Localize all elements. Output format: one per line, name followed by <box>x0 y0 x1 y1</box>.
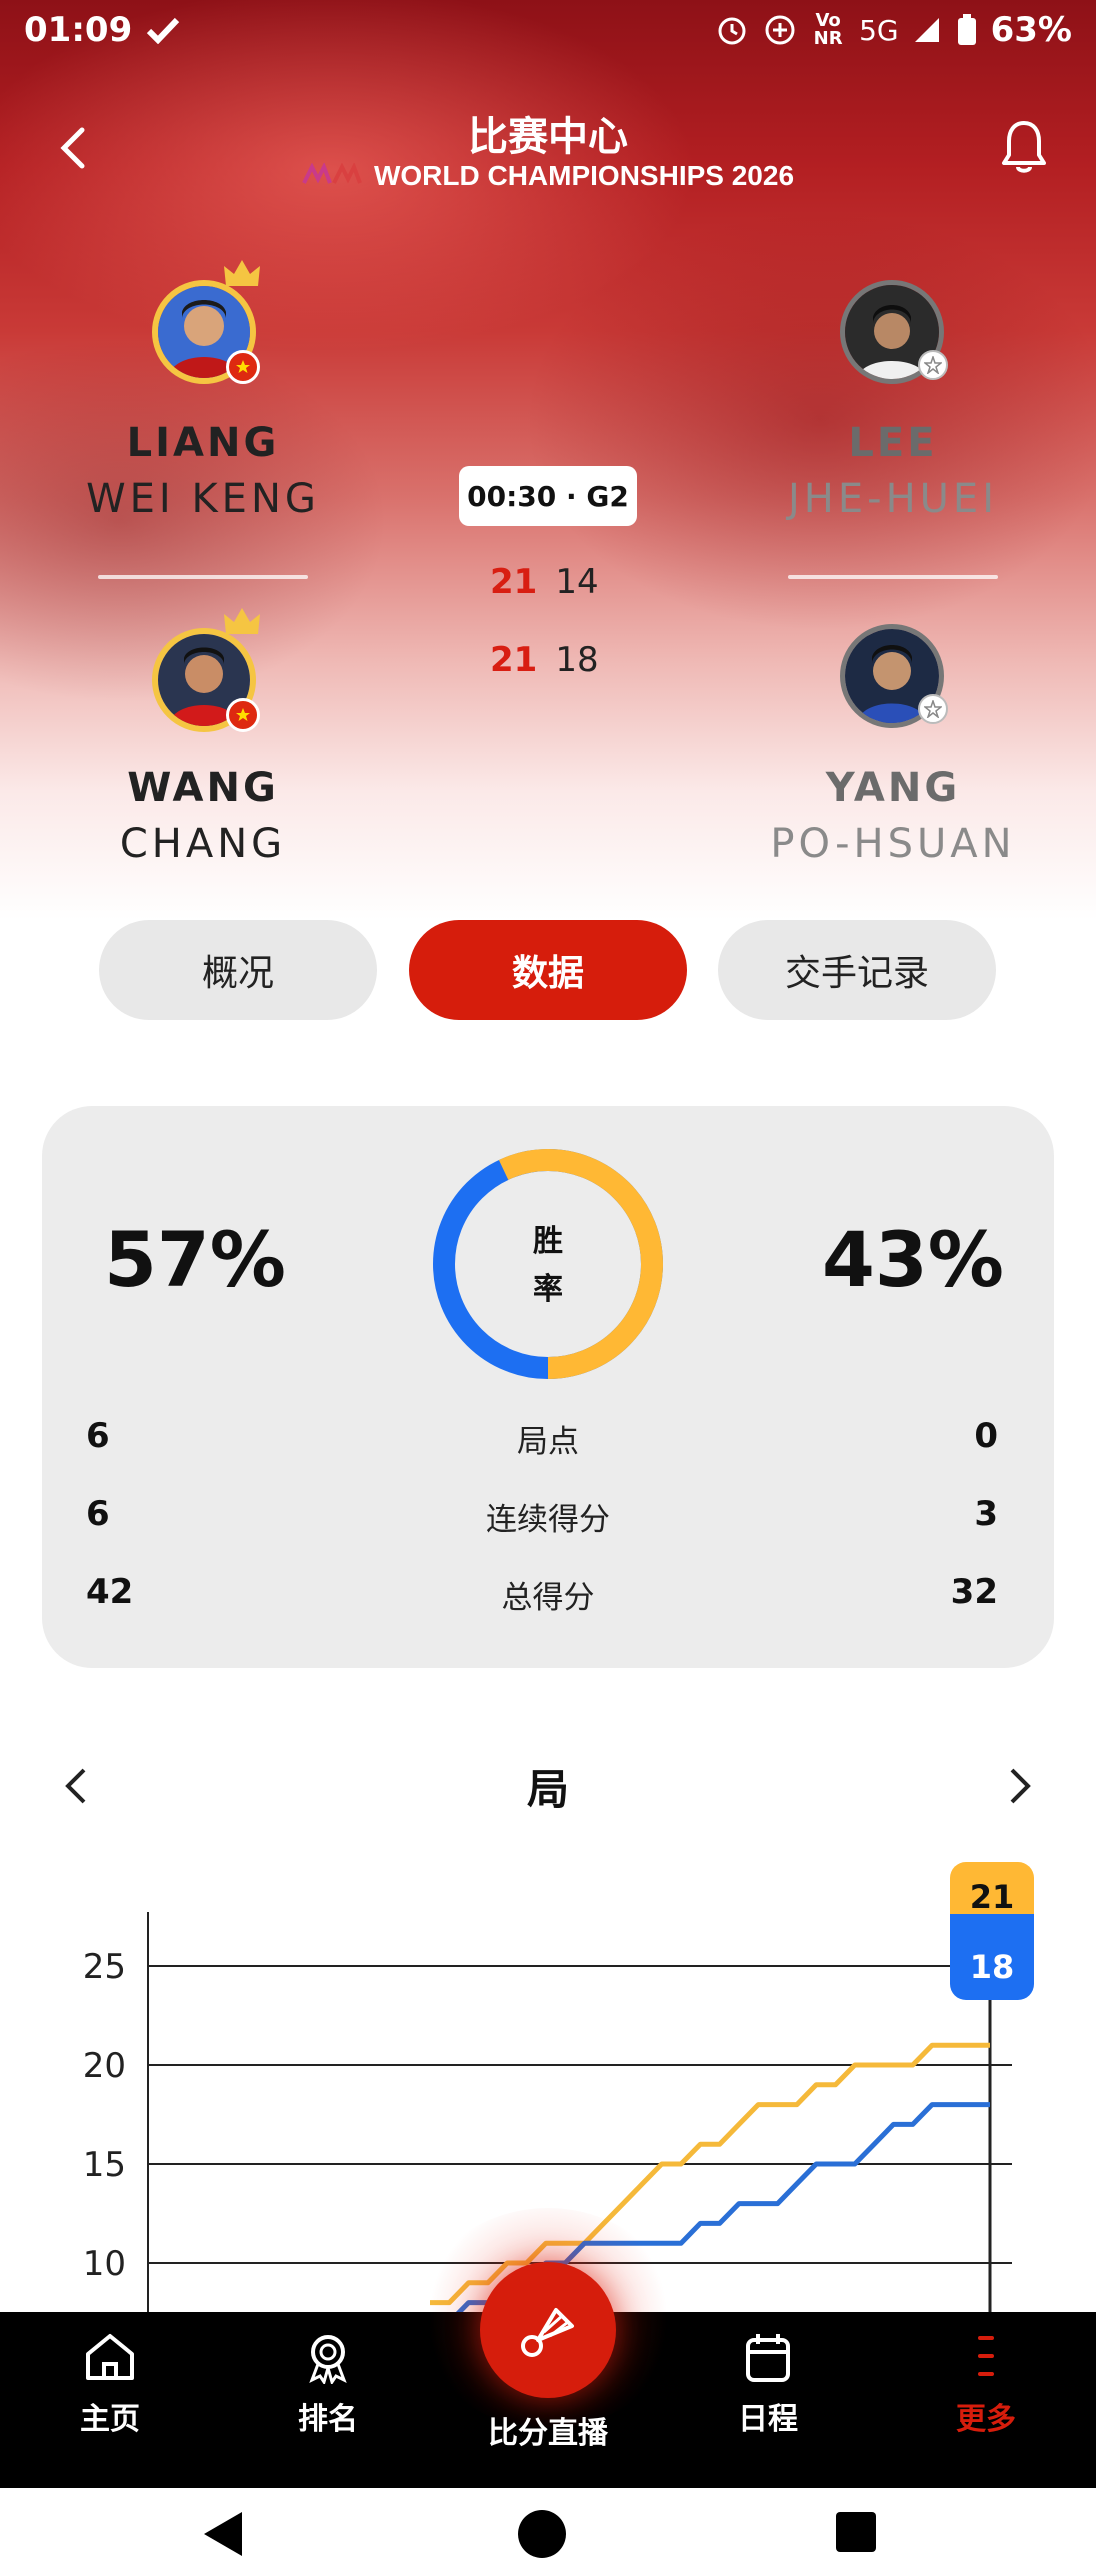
data-saver-icon <box>763 13 797 47</box>
tab-head-to-head[interactable]: 交手记录 <box>718 920 996 1020</box>
status-time: 01:09 <box>24 10 133 50</box>
association-badge-icon <box>918 350 948 380</box>
crown-icon <box>224 608 260 634</box>
score-badge-left-value: 21 <box>970 1878 1015 1916</box>
tab-overview[interactable]: 概况 <box>99 920 377 1020</box>
game-chart-title: 局 <box>526 1765 569 1814</box>
game-score-row: 21 18 <box>490 640 610 680</box>
nav-more[interactable]: 更多 <box>926 2330 1046 2438</box>
bwf-logo <box>302 163 362 184</box>
nav-label: 日程 <box>738 2402 798 2437</box>
stat-name: 局点 <box>517 1424 579 1460</box>
nav-schedule[interactable]: 日程 <box>708 2330 828 2438</box>
player-last-name: CHANG <box>119 821 287 867</box>
stat-row: 6 连续得分 3 <box>42 1494 1054 1544</box>
game-score-row: 21 14 <box>490 562 610 602</box>
game-score-right: 14 <box>555 562 599 602</box>
signal-icon <box>913 16 943 44</box>
player-last-name: JHE-HUEI <box>787 476 998 522</box>
nav-live-scores[interactable] <box>480 2262 616 2398</box>
game-score-right: 18 <box>555 640 599 680</box>
chevron-right-icon <box>1010 1768 1031 1804</box>
next-game-button[interactable] <box>1000 1758 1040 1814</box>
team-divider <box>98 575 308 579</box>
stat-row: 6 局点 0 <box>42 1416 1054 1466</box>
stat-name: 连续得分 <box>486 1502 610 1538</box>
player-last-name: WEI KENG <box>86 476 320 522</box>
player-avatar-lee[interactable] <box>840 280 948 384</box>
y-tick-label: 10 <box>83 2244 126 2284</box>
association-badge-icon <box>918 694 948 724</box>
checkmark-icon <box>146 16 180 44</box>
page-title: 比赛中心 <box>468 114 628 160</box>
donut-label: 胜 率 <box>510 1218 586 1314</box>
stat-row: 42 总得分 32 <box>42 1572 1054 1622</box>
battery-icon <box>957 14 977 46</box>
nav-label: 比分直播 <box>488 2416 608 2451</box>
china-flag-icon <box>226 698 260 732</box>
ranking-icon <box>309 2335 347 2386</box>
nav-ranking[interactable]: 排名 <box>268 2330 388 2438</box>
nav-home[interactable]: 主页 <box>50 2330 170 2438</box>
nav-label: 主页 <box>80 2402 140 2437</box>
donut-label-bottom: 率 <box>533 1272 563 1307</box>
player-last-name: PO-HSUAN <box>770 821 1016 867</box>
system-back-icon[interactable] <box>200 2508 246 2560</box>
donut-label-top: 胜 <box>533 1224 563 1259</box>
win-rate-left: 57% <box>104 1215 286 1304</box>
tab-stats[interactable]: 数据 <box>409 920 687 1020</box>
y-tick-label: 15 <box>83 2145 126 2185</box>
crown-icon <box>224 260 260 286</box>
player-first-name: WANG <box>127 765 279 811</box>
network-type: 5G <box>859 13 899 47</box>
system-recents-icon[interactable] <box>834 2510 878 2554</box>
team-divider <box>788 575 998 579</box>
score-badge-joint <box>950 1914 1034 1934</box>
notification-button[interactable] <box>992 112 1056 182</box>
status-bar: 01:09 Vo NR 5G 63% <box>0 0 1096 60</box>
win-rate-right: 43% <box>822 1215 1004 1304</box>
stat-right-value: 32 <box>950 1572 998 1612</box>
player-avatar-liang[interactable] <box>152 260 260 384</box>
system-home-icon[interactable] <box>516 2508 568 2560</box>
player-avatar-yang[interactable] <box>840 624 948 728</box>
y-tick-label: 25 <box>83 1947 126 1987</box>
calendar-icon <box>746 2334 790 2382</box>
tournament-subtitle: WORLD CHAMPIONSHIPS 2026 <box>0 160 1096 192</box>
bell-icon <box>1002 121 1046 173</box>
stat-name: 总得分 <box>501 1580 595 1616</box>
more-icon <box>978 2336 994 2376</box>
y-tick-label: 20 <box>83 2046 126 2086</box>
volte-indicator: Vo NR <box>813 10 843 49</box>
china-flag-icon <box>226 350 260 384</box>
shuttlecock-icon <box>521 2308 574 2357</box>
nav-label: 排名 <box>298 2402 358 2437</box>
player-first-name: LEE <box>848 420 938 466</box>
stat-right-value: 3 <box>974 1494 998 1534</box>
player-first-name: LIANG <box>126 420 280 466</box>
player-avatar-wang[interactable] <box>152 608 260 732</box>
battery-percent: 63% <box>990 10 1072 50</box>
nav-label: 更多 <box>956 2402 1016 2437</box>
game-score-left: 21 <box>490 640 538 680</box>
tournament-name: WORLD CHAMPIONSHIPS 2026 <box>373 160 795 191</box>
stat-right-value: 0 <box>974 1416 998 1456</box>
game-score-left: 21 <box>490 562 538 602</box>
system-navigation-bar <box>0 2488 1096 2560</box>
score-badge-right-value: 18 <box>970 1948 1015 1986</box>
player-first-name: YANG <box>825 765 961 811</box>
alarm-icon <box>715 13 749 47</box>
home-icon <box>86 2334 134 2380</box>
match-time-game-pill: 00:30 · G2 <box>459 466 637 526</box>
